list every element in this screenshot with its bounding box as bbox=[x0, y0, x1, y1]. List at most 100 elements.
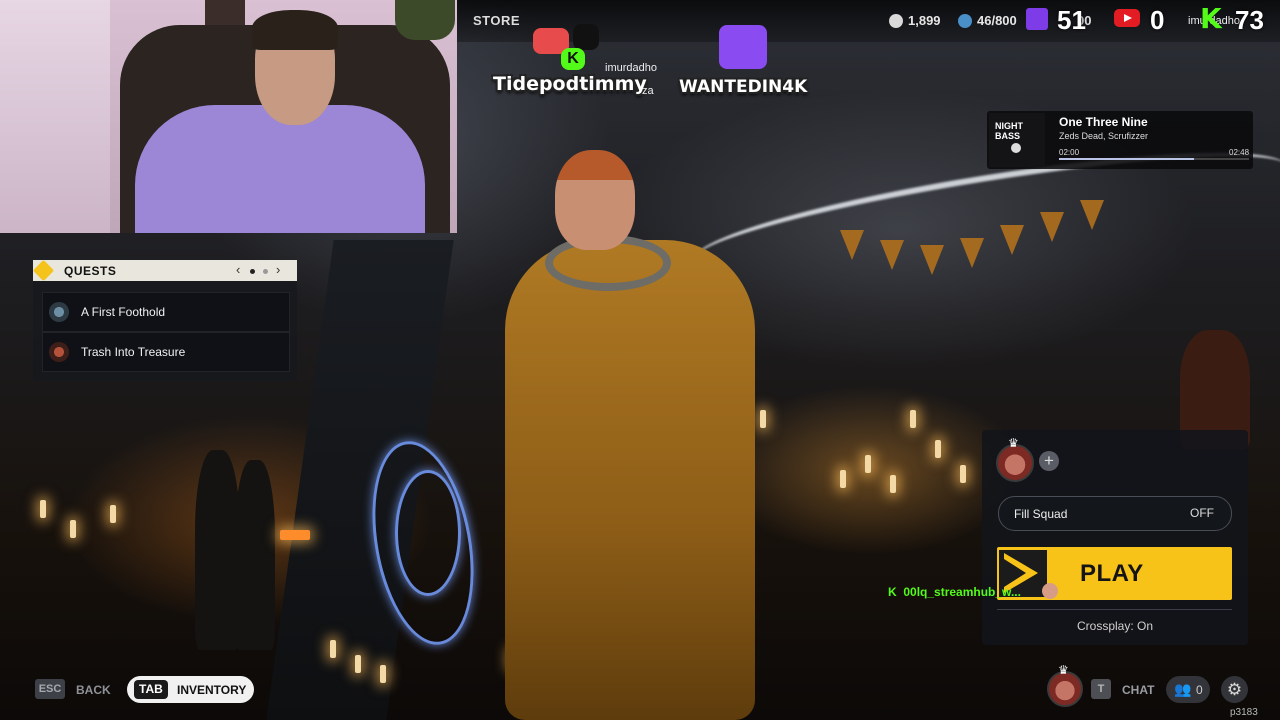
add-squad-member-button[interactable]: + bbox=[1039, 451, 1059, 471]
coins-value: 1,899 bbox=[908, 13, 941, 28]
candle bbox=[840, 470, 846, 488]
coins-counter: 1,899 bbox=[889, 13, 941, 28]
quests-panel: QUESTS ‹ › A First Foothold Trash Into T… bbox=[32, 259, 297, 381]
store-tab[interactable]: STORE bbox=[473, 13, 520, 28]
friends-count: 0 bbox=[1196, 683, 1203, 697]
twitch-icon bbox=[1026, 8, 1048, 30]
banner-flag bbox=[1040, 212, 1064, 242]
quest-giver-icon bbox=[49, 302, 69, 322]
overlay-username-right: WANTEDIN4K bbox=[679, 77, 808, 97]
candle bbox=[330, 640, 336, 658]
party-leader-crown-icon: ♛ bbox=[1008, 436, 1019, 450]
quest-item[interactable]: Trash Into Treasure bbox=[42, 332, 290, 372]
quest-giver-icon bbox=[49, 342, 69, 362]
overlay-username-mid: imurdadho bbox=[605, 62, 657, 74]
album-art: NIGHT BASS bbox=[989, 113, 1045, 167]
chat-username: 00lq_streamhub_w... bbox=[903, 585, 1021, 599]
kick-icon: K bbox=[1200, 2, 1222, 35]
quests-prev-button[interactable]: ‹ bbox=[236, 262, 240, 277]
candle bbox=[910, 410, 916, 428]
moon-icon bbox=[1011, 143, 1021, 153]
capacity-counter: 46/800 bbox=[958, 13, 1017, 28]
candle bbox=[890, 475, 896, 493]
squad-divider bbox=[997, 609, 1232, 610]
overlay-username-mid-tail: za bbox=[642, 85, 654, 97]
quest-item[interactable]: A First Foothold bbox=[42, 292, 290, 332]
neon-ring bbox=[395, 470, 461, 596]
inventory-button[interactable]: TAB INVENTORY bbox=[127, 676, 254, 703]
player-character bbox=[485, 150, 775, 720]
candle bbox=[935, 440, 941, 458]
quest-diamond-icon bbox=[32, 259, 55, 282]
settings-gear-icon[interactable]: ⚙ bbox=[1221, 676, 1248, 703]
candle bbox=[865, 455, 871, 473]
kick-badge-icon: K bbox=[561, 48, 585, 70]
banner-flag bbox=[880, 240, 904, 270]
chat-key-hint: T bbox=[1091, 679, 1111, 699]
banner-flag bbox=[1080, 200, 1104, 230]
webcam-streamer-hair bbox=[252, 10, 338, 50]
track-title: One Three Nine bbox=[1059, 115, 1148, 129]
webcam-door-frame bbox=[0, 0, 110, 233]
candle bbox=[960, 465, 966, 483]
track-progress-fill bbox=[1059, 158, 1194, 160]
quests-page-dot[interactable] bbox=[263, 269, 268, 274]
kick-chat-badge: K bbox=[888, 585, 897, 599]
banner-flag bbox=[960, 238, 984, 268]
track-progress-bar bbox=[1059, 158, 1249, 160]
build-id: p3183 bbox=[1230, 707, 1258, 718]
album-label: NIGHT BASS bbox=[995, 121, 1023, 141]
webcam-cap bbox=[395, 0, 455, 40]
youtube-viewer-count: 0 bbox=[1150, 5, 1165, 35]
stream-chat-line: K 00lq_streamhub_w... bbox=[888, 585, 1021, 599]
crossplay-status: Crossplay: On bbox=[1077, 619, 1154, 633]
quest-label: A First Foothold bbox=[81, 305, 166, 319]
candle bbox=[70, 520, 76, 538]
back-button[interactable]: BACK bbox=[76, 683, 111, 697]
fill-squad-value: OFF bbox=[1190, 506, 1214, 520]
kick-viewer-count: 73 bbox=[1235, 5, 1264, 35]
friends-icon: 👥 bbox=[1174, 681, 1192, 697]
coin-icon bbox=[889, 13, 903, 28]
npc-silhouette bbox=[235, 460, 275, 650]
esc-key-hint: ESC bbox=[35, 679, 65, 699]
candle bbox=[110, 505, 116, 523]
track-time-current: 02:00 bbox=[1059, 148, 1080, 157]
tab-key-hint: TAB bbox=[134, 680, 168, 699]
chat-button[interactable]: CHAT bbox=[1122, 683, 1154, 697]
stash-icon bbox=[958, 13, 972, 28]
fire-barrel-glow bbox=[280, 530, 310, 540]
play-button[interactable]: PLAY bbox=[997, 547, 1232, 600]
webcam-streamer-body bbox=[135, 105, 425, 233]
chat-user-avatar bbox=[1042, 583, 1058, 599]
twitch-viewer-count: 51 bbox=[1057, 5, 1086, 35]
banner-flag bbox=[920, 245, 944, 275]
track-artist: Zeds Dead, Scrufizzer bbox=[1059, 131, 1149, 141]
player-head bbox=[555, 150, 635, 250]
tiktok-icon bbox=[573, 24, 599, 50]
quests-next-button[interactable]: › bbox=[276, 262, 280, 277]
party-leader-crown-icon: ♛ bbox=[1058, 663, 1069, 677]
candle bbox=[355, 655, 361, 673]
play-chevron-inner bbox=[1004, 559, 1026, 587]
youtube-icon bbox=[1114, 9, 1140, 27]
candle bbox=[40, 500, 46, 518]
twitch-badge-icon bbox=[719, 25, 767, 69]
streamer-webcam bbox=[0, 0, 457, 233]
now-playing-widget: NIGHT BASS One Three Nine Zeds Dead, Scr… bbox=[987, 111, 1253, 169]
quests-header: QUESTS ‹ › bbox=[32, 259, 297, 282]
quests-page-dot-active[interactable] bbox=[250, 269, 255, 274]
track-time-total: 02:48 bbox=[1229, 148, 1250, 157]
quests-title: QUESTS bbox=[64, 264, 117, 278]
play-label: PLAY bbox=[1080, 560, 1144, 587]
overlay-username-left: Tidepodtimmy bbox=[493, 73, 647, 95]
candle bbox=[380, 665, 386, 683]
capacity-value: 46/800 bbox=[977, 13, 1017, 28]
banner-flag bbox=[1000, 225, 1024, 255]
fill-squad-toggle[interactable]: Fill Squad OFF bbox=[998, 496, 1232, 531]
fill-squad-label: Fill Squad bbox=[1014, 507, 1068, 521]
npc-silhouette bbox=[195, 450, 240, 650]
friends-button[interactable]: 👥 0 bbox=[1166, 676, 1210, 703]
inventory-label: INVENTORY bbox=[177, 683, 247, 697]
quest-label: Trash Into Treasure bbox=[81, 345, 186, 359]
